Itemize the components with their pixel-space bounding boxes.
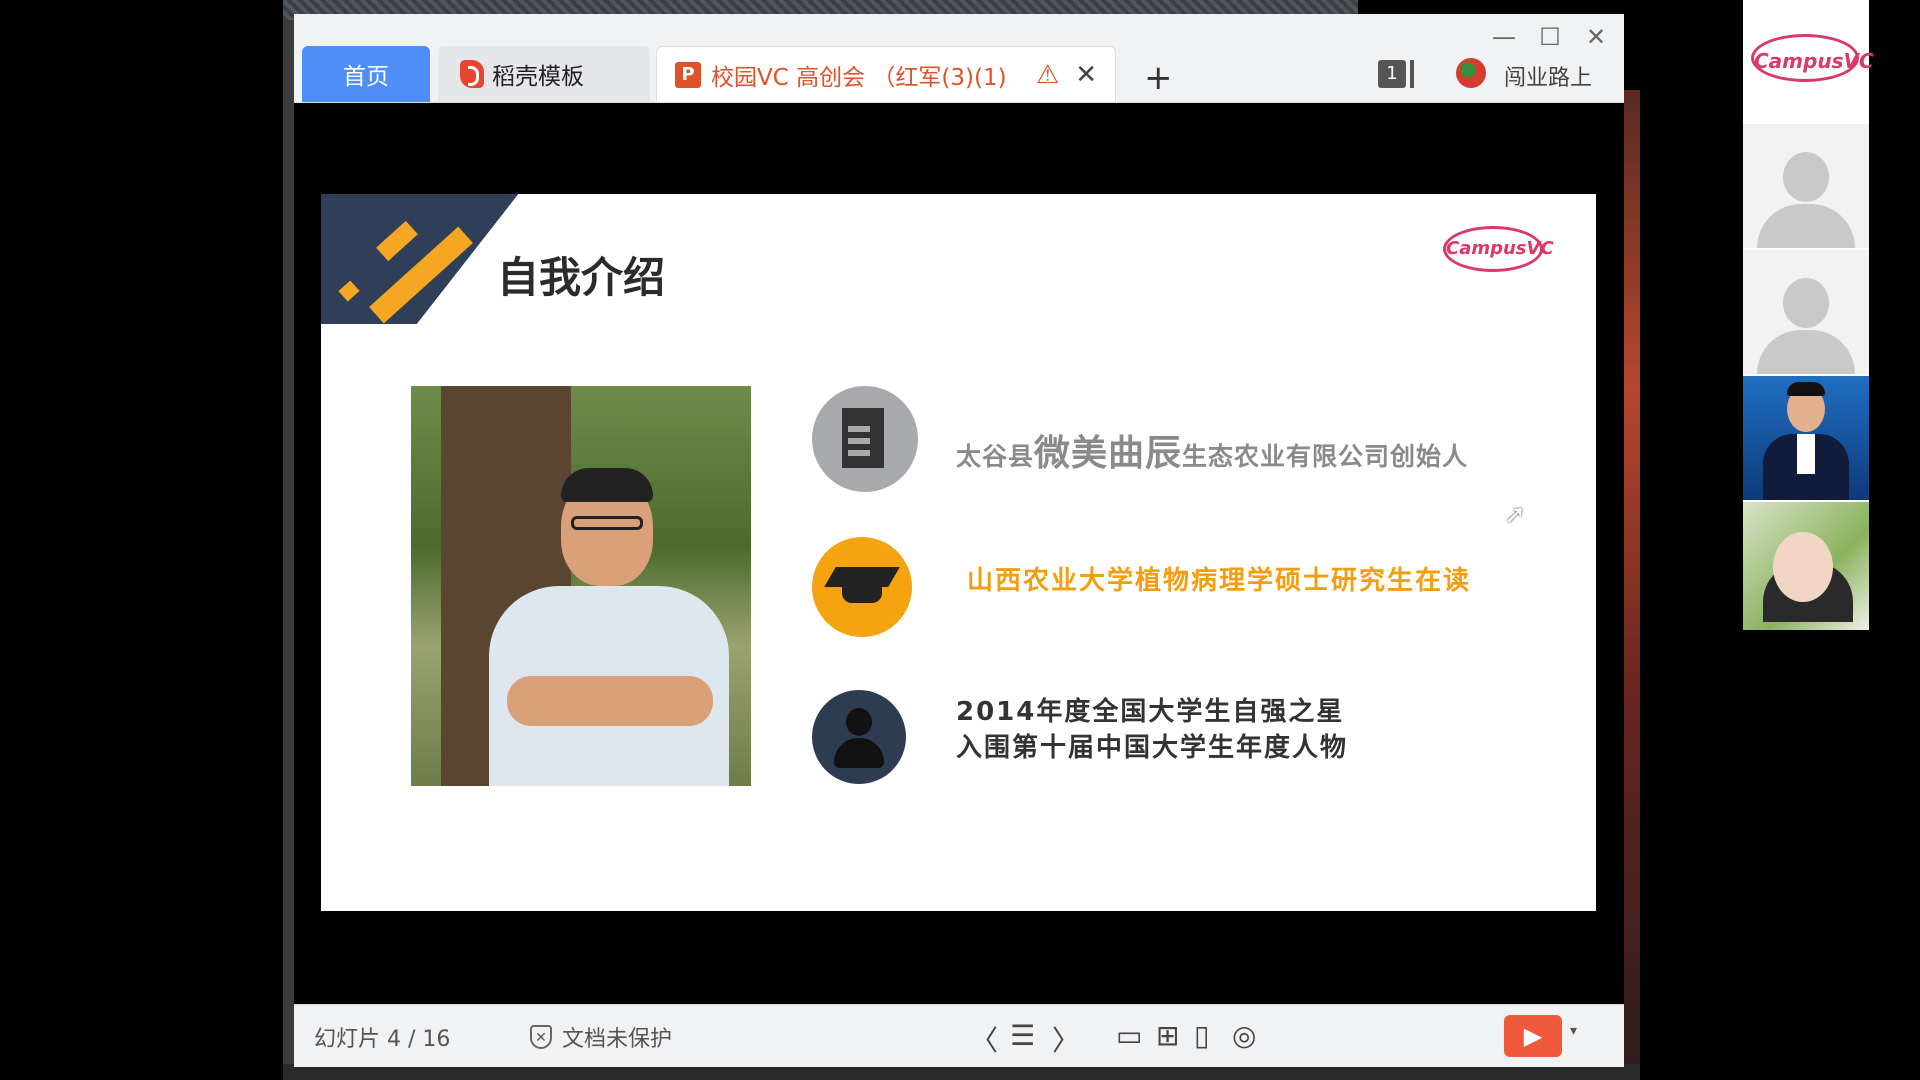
- tab-docer-label: 稻壳模板: [492, 64, 584, 90]
- document-protection[interactable]: ✕ 文档未保护: [530, 1021, 672, 1053]
- slide-list-button[interactable]: ☰: [1010, 1019, 1035, 1052]
- avatar-placeholder-head: [1783, 152, 1829, 202]
- user-name[interactable]: 闯业路上: [1504, 60, 1592, 92]
- info-founder-prefix: 太谷县: [956, 442, 1035, 471]
- info-founder: 太谷县微美曲辰生态农业有限公司创始人: [956, 424, 1468, 476]
- person-body: [834, 738, 884, 768]
- avatar-placeholder-body: [1757, 204, 1855, 248]
- presenter-view-icon[interactable]: ◎: [1232, 1019, 1256, 1052]
- photo-person-hair: [561, 468, 653, 502]
- camera-person-shirt: [1797, 434, 1815, 474]
- maximize-button[interactable]: ☐: [1530, 22, 1570, 52]
- tab-home[interactable]: 首页: [302, 46, 430, 102]
- shield-icon: ✕: [530, 1025, 552, 1049]
- avatar-placeholder-head: [1783, 278, 1829, 328]
- slide-title: 自我介绍: [497, 253, 666, 302]
- tab-docer-templates[interactable]: 稻壳模板: [438, 46, 650, 102]
- person-icon: [812, 690, 906, 784]
- presentation-file-icon: P: [675, 61, 701, 88]
- participant-tile-camera[interactable]: [1743, 376, 1869, 500]
- participant-tile-placeholder[interactable]: [1743, 124, 1869, 248]
- photo-person-arms: [507, 676, 713, 726]
- info-award-1: 2014年度全国大学生自强之星: [956, 697, 1345, 727]
- presentation-app-window: — ☐ ✕ 首页 稻壳模板 P 校园VC 高创会 （红军(3)(1) ⚠ ✕ +…: [294, 14, 1624, 1067]
- next-slide-button[interactable]: 〉: [1052, 1019, 1080, 1059]
- building-windows: [848, 426, 870, 432]
- user-avatar[interactable]: [1456, 58, 1486, 88]
- tab-home-label: 首页: [343, 64, 389, 90]
- tab-count-bar-icon: [1410, 60, 1414, 88]
- close-window-button[interactable]: ✕: [1576, 22, 1616, 52]
- avatar-placeholder-body: [1757, 330, 1855, 374]
- photo-person-glasses: [571, 516, 643, 530]
- docer-logo-icon: [460, 60, 484, 88]
- building-shape: [842, 408, 884, 468]
- info-awards: 2014年度全国大学生自强之星 入围第十届中国大学生年度人物: [956, 694, 1348, 766]
- slide-canvas: 自我介绍 CampusVC 太谷县微美曲辰生态农业有限公司创始人 山西农业大学植…: [321, 194, 1596, 911]
- info-education: 山西农业大学植物病理学硕士研究生在读: [967, 566, 1472, 596]
- normal-view-icon[interactable]: ▭: [1116, 1019, 1142, 1052]
- tab-document[interactable]: P 校园VC 高创会 （红军(3)(1) ⚠ ✕: [656, 46, 1116, 102]
- participant-tile-placeholder[interactable]: [1743, 250, 1869, 374]
- prev-slide-button[interactable]: 〈: [970, 1019, 998, 1059]
- graduation-cap-icon: [812, 537, 912, 637]
- campusvc-logo: CampusVC: [1751, 34, 1874, 82]
- mouse-pointer-icon: ➚: [1504, 500, 1526, 530]
- participant-tile-camera[interactable]: [1743, 502, 1869, 630]
- background-strip-right: [1624, 90, 1640, 1080]
- info-founder-company: 微美曲辰: [1034, 433, 1183, 474]
- play-slideshow-button[interactable]: ▶: [1504, 1015, 1562, 1057]
- slide-indicator[interactable]: 幻灯片 4 / 16: [314, 1021, 450, 1053]
- campusvc-logo: CampusVC: [1443, 226, 1554, 272]
- person-head: [846, 708, 872, 736]
- new-tab-button[interactable]: +: [1144, 58, 1173, 98]
- document-protection-label: 文档未保护: [562, 1027, 673, 1052]
- play-options-dropdown[interactable]: ▾: [1570, 1023, 1577, 1039]
- participant-tile-logo[interactable]: CampusVC: [1743, 0, 1874, 124]
- camera-person-face: [1773, 532, 1833, 602]
- building-icon: [812, 386, 918, 492]
- camera-person-hair: [1787, 382, 1825, 396]
- info-founder-suffix: 生态农业有限公司创始人: [1182, 442, 1469, 471]
- reading-view-icon[interactable]: ▯: [1194, 1019, 1209, 1052]
- cap-base: [842, 583, 882, 603]
- tab-count-badge[interactable]: 1: [1378, 60, 1406, 88]
- title-bar: — ☐ ✕ 首页 稻壳模板 P 校园VC 高创会 （红军(3)(1) ⚠ ✕ +…: [294, 14, 1624, 103]
- tab-document-label: 校园VC 高创会 （红军(3)(1): [711, 64, 1007, 91]
- info-award-2: 入围第十届中国大学生年度人物: [956, 733, 1349, 763]
- status-bar: 幻灯片 4 / 16 ✕ 文档未保护 〈 ☰ 〉 ▭ ⊞ ▯ ◎ ▶ ▾: [294, 1004, 1624, 1067]
- minimize-button[interactable]: —: [1484, 22, 1524, 52]
- close-tab-icon[interactable]: ✕: [1075, 60, 1097, 90]
- slide-sorter-icon[interactable]: ⊞: [1156, 1019, 1179, 1052]
- speaker-photo: [411, 386, 751, 786]
- video-participants-panel: CampusVC: [1743, 0, 1874, 630]
- warning-icon[interactable]: ⚠: [1036, 60, 1059, 90]
